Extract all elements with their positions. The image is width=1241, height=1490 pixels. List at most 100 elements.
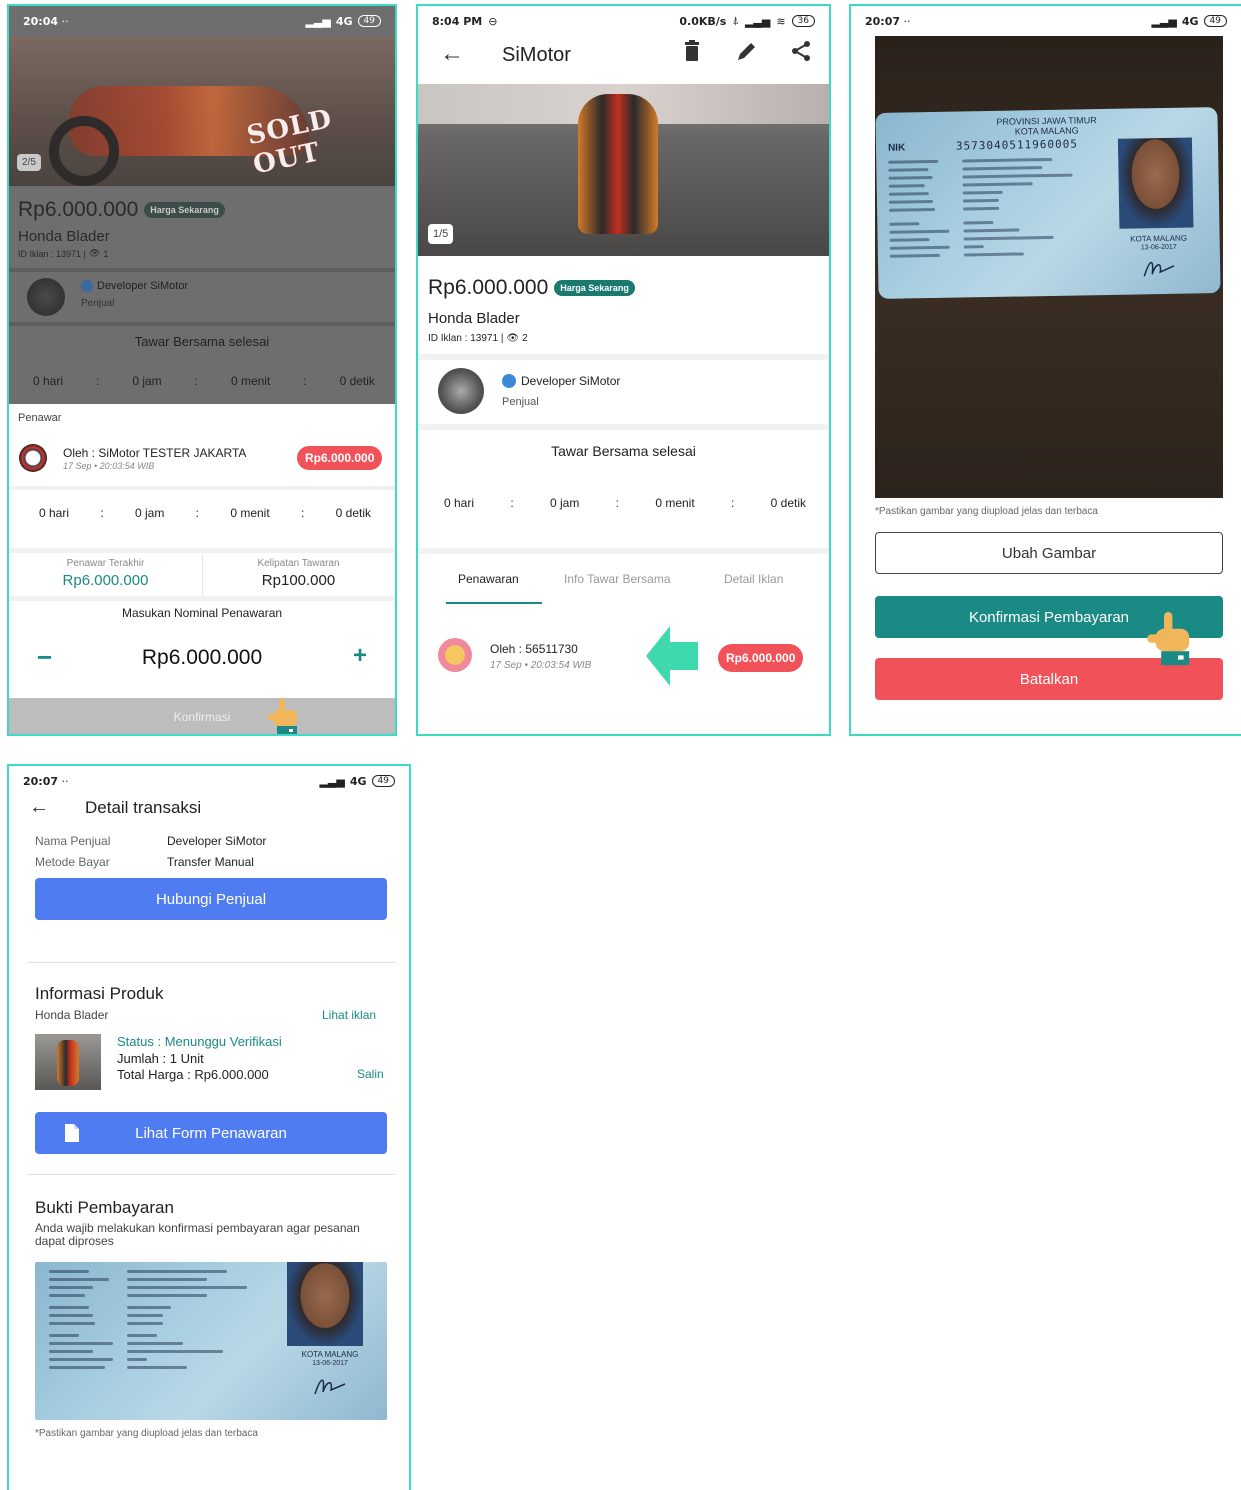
countdown-minutes: 0 menit [230,506,270,520]
edit-icon[interactable] [736,40,758,67]
delete-icon[interactable] [684,40,700,67]
seller-name-row: Developer SiMotor [502,374,620,388]
eye-icon: 👁 [506,333,520,344]
increase-button[interactable]: + [353,642,367,670]
proof-description: Anda wajib melakukan konfirmasi pembayar… [35,1221,360,1248]
signal-icon: ▂▃▅ [1151,14,1177,28]
countdown-minutes: 0 menit [230,374,271,388]
image-counter: 2/5 [17,154,41,171]
status-bar: 8:04 PM ⊖ 0.0KB/s ⍋ ▂▃▅ ≋ 36 [418,8,829,34]
countdown-dimmed: 0 hari: 0 jam: 0 menit: 0 detik [33,374,375,388]
document-icon [65,1124,79,1146]
separator: : [300,506,305,520]
method-value: Transfer Manual [167,855,254,869]
tab-info-tawar-bersama[interactable]: Info Tawar Bersama [564,572,671,586]
listing-title: Honda Blader [428,310,520,327]
uploaded-proof-image: PROVINSI JAWA TIMUR KOTA MALANG NIK 3573… [875,36,1223,498]
divider [418,548,829,554]
contact-seller-button[interactable]: Hubungi Penjual [35,878,387,920]
seller-name-row: Developer SiMotor [81,280,188,292]
view-ad-link[interactable]: Lihat iklan [322,1008,376,1022]
auction-status: Tawar Bersama selesai [134,334,270,349]
screen-bid-form: 20:04 ·· ▂▃▅ 4G 49 SOLD OUT 2/5 Rp6.000.00… [7,4,397,736]
status-bar: 20:04 ·· ▂▃▅ 4G 49 [9,8,395,34]
id-issue-city: KOTA MALANG [301,1350,359,1359]
id-photo [1117,137,1194,229]
bid-sheet: Penawar Oleh : SiMotor TESTER JAKARTA 17… [9,406,395,734]
battery-icon: 49 [371,775,395,787]
upload-hint: *Pastikan gambar yang diupload jelas dan… [35,1428,258,1439]
decrease-button[interactable]: − [37,642,52,673]
product-heading: Informasi Produk [35,984,164,1003]
separator: : [303,374,307,388]
status-time: 8:04 PM [432,14,483,28]
signature-icon [1140,256,1181,286]
status-dots: ·· [61,14,69,28]
seller-name: Developer SiMotor [521,374,621,388]
back-arrow-icon[interactable]: ← [29,796,49,819]
network-type: 4G [349,774,367,788]
view-count: 1 [103,248,109,259]
bidder-amount-badge: Rp6.000.000 [718,644,804,672]
status-bar: 20:07 ·· ▂▃▅ 4G 49 [9,768,409,794]
share-icon[interactable] [790,40,812,67]
status-dots: ·· [61,774,69,788]
seller-role: Penjual [81,298,115,309]
multiple-label: Kelipatan Tawaran [257,558,340,569]
bidder-amount-badge: Rp6.000.000 [297,446,383,470]
network-speed: 0.0KB/s [679,14,727,28]
eye-icon: 👁 [88,248,101,258]
back-arrow-icon[interactable]: ← [440,40,464,68]
signal-icon: ▂▃▅ [744,14,771,28]
product-name: Honda Blader [35,1008,109,1022]
copy-link[interactable]: Salin [357,1067,384,1081]
bidder-name: Oleh : 56511730 [490,642,578,656]
tab-detail-iklan[interactable]: Detail Iklan [724,572,783,586]
countdown-hours: 0 jam [135,506,165,520]
battery-icon: 49 [1203,15,1227,27]
id-nik: 3573040511960005 [955,137,1079,153]
countdown-days: 0 hari [444,496,475,510]
order-total: Total Harga : Rp6.000.000 [117,1067,269,1082]
app-title: SiMotor [502,44,571,66]
confirm-button[interactable]: Konfirmasi [9,698,395,734]
price-row: Rp6.000.000 Harga Sekarang [428,276,635,300]
id-issue-date: 13-06-2017 [1140,243,1177,252]
separator: : [615,496,619,510]
countdown-seconds: 0 detik [339,374,375,388]
screen-transaction-detail: 20:07 ·· ▂▃▅ 4G 49 ← Detail transaksi Nama… [7,764,411,1490]
network-type: 4G [1181,14,1199,28]
bidder-avatar [438,638,472,672]
listing-photo[interactable]: SOLD OUT 2/5 [9,36,395,186]
change-image-button[interactable]: Ubah Gambar [875,532,1223,574]
proof-image: KOTA MALANG 13-06-2017 [35,1262,387,1420]
network-type: 4G [335,14,353,28]
price: Rp6.000.000 [18,198,139,221]
price-row: Rp6.000.000 Harga Sekarang [18,198,225,222]
ad-id: ID Iklan : 13971 | [18,248,86,259]
status-time: 20:07 [865,14,901,28]
countdown-hours: 0 jam [132,374,162,388]
separator: : [730,496,735,510]
nominal-input[interactable]: Rp6.000.000 [99,646,305,670]
countdown: 0 hari: 0 jam: 0 menit: 0 detik [39,506,371,520]
last-bid-label: Penawar Terakhir [66,558,145,569]
status-bar: 20:07 ·· ▂▃▅ 4G 49 [851,8,1241,34]
view-count: 2 [522,333,528,344]
separator: : [195,506,199,520]
listing-photo[interactable]: 1/5 [418,84,829,256]
ad-meta: ID Iklan : 13971 | 👁 1 [18,248,108,259]
price: Rp6.000.000 [428,276,549,299]
seller-value: Developer SiMotor [167,834,267,848]
tab-penawaran[interactable]: Penawaran [458,572,519,586]
sync-icon: ⊖ [488,14,498,28]
id-issue-city: KOTA MALANG [1130,233,1188,244]
id-nik-label: NIK [887,142,906,154]
nominal-label: Masukan Nominal Penawaran [121,606,283,620]
bidder-time: 17 Sep • 20:03:54 WIB [490,660,592,671]
multiple-value: Rp100.000 [261,572,336,589]
id-card: PROVINSI JAWA TIMUR KOTA MALANG NIK 3573… [875,107,1221,299]
view-offer-form-button[interactable]: Lihat Form Penawaran [35,1112,387,1154]
seller-role: Penjual [502,396,539,408]
divider [9,596,395,601]
